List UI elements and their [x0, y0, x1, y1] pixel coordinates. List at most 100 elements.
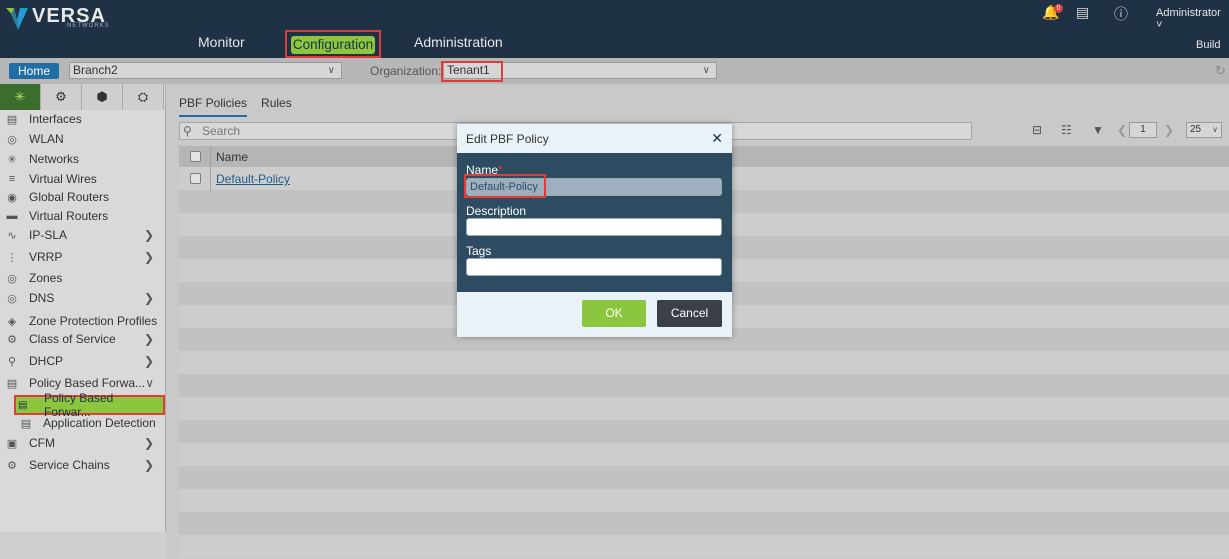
organization-highlight — [441, 61, 503, 82]
objects-tab-icon[interactable]: ⬢ — [82, 84, 123, 110]
sidebar-item-dhcp[interactable]: ⚲ DHCP ❯ — [0, 351, 166, 371]
chevron-down-icon: ∨ — [327, 65, 335, 76]
description-label: Description — [466, 204, 527, 218]
sidebar-item-virtual-routers[interactable]: ▬ Virtual Routers — [0, 206, 166, 226]
sidebar-item-label: CFM — [29, 436, 55, 450]
sidebar-item-label: Virtual Routers — [29, 209, 109, 223]
versa-logo-icon — [6, 8, 28, 30]
sidebar-item-ip-sla[interactable]: ∿ IP-SLA ❯ — [0, 225, 166, 245]
columns-icon[interactable]: ☷ — [1061, 123, 1072, 137]
nav-configuration[interactable]: Configuration — [291, 36, 375, 54]
vrrp-icon: ⋮ — [6, 251, 18, 264]
sidebar-item-label: Service Chains — [29, 458, 110, 472]
sidebar: ✳ ⚙ ⬢ ⛭ ▤ Interfaces ◎ WLAN ✳ Networks ≡ Vir… — [0, 84, 166, 559]
table-row — [179, 397, 1229, 420]
sidebar-item-wlan[interactable]: ◎ WLAN — [0, 129, 166, 149]
sidebar-item-class-of-service[interactable]: ⚙ Class of Service ❯ — [0, 329, 166, 349]
class-of-service-icon: ⚙ — [7, 333, 17, 346]
ip-sla-icon: ∿ — [7, 229, 17, 242]
next-page-icon[interactable]: ❯ — [1164, 123, 1174, 137]
sidebar-item-cfm[interactable]: ▣ CFM ❯ — [0, 433, 166, 453]
table-row — [179, 374, 1229, 397]
info-icon[interactable]: ⓘ — [1114, 4, 1128, 24]
sidebar-item-label: Zone Protection Profiles — [29, 314, 158, 328]
table-row — [179, 512, 1229, 535]
dialog-footer: OK Cancel — [457, 292, 732, 337]
zone-protection-icon: ◈ — [7, 315, 17, 328]
ok-button[interactable]: OK — [582, 300, 646, 327]
tags-field[interactable] — [466, 258, 722, 276]
filter-icon[interactable]: ▼ — [1092, 123, 1104, 137]
top-navbar: VERSA NETWORKS Monitor Configuration Adm… — [0, 0, 1229, 58]
wlan-icon: ◎ — [7, 133, 17, 146]
sidebar-item-networks[interactable]: ✳ Networks — [0, 149, 166, 169]
row-checkbox[interactable] — [190, 173, 201, 184]
page-number-input[interactable]: 1 — [1129, 122, 1157, 138]
table-row — [179, 443, 1229, 466]
sidebar-item-service-chains[interactable]: ⚙ Service Chains ❯ — [0, 455, 166, 475]
tasks-icon[interactable]: ▤ — [1076, 4, 1089, 21]
zones-icon: ◎ — [7, 272, 17, 285]
sidebar-item-label: Class of Service — [29, 332, 116, 346]
user-name: Administrator — [1156, 7, 1221, 19]
table-row — [179, 489, 1229, 512]
settings-tab-icon[interactable]: ⚙ — [41, 84, 82, 110]
appliance-value: Branch2 — [73, 63, 118, 77]
sidebar-item-label: Interfaces — [29, 112, 82, 126]
chevron-down-icon: ∨ — [145, 376, 154, 390]
home-button[interactable]: Home — [9, 63, 59, 79]
app-detection-icon: ▤ — [20, 417, 32, 430]
table-row — [179, 535, 1229, 558]
sidebar-footer — [0, 532, 166, 559]
refresh-icon[interactable]: ↻ — [1215, 63, 1226, 79]
notification-badge: 0 — [1054, 4, 1063, 13]
user-menu[interactable]: Administrator ˅ — [1156, 7, 1229, 31]
nav-administration[interactable]: Administration — [414, 34, 503, 50]
networking-tab-icon[interactable]: ✳ — [0, 84, 41, 110]
tab-pbf-policies[interactable]: PBF Policies — [179, 96, 248, 117]
sidebar-item-vrrp[interactable]: ⋮ VRRP ❯ — [0, 247, 166, 267]
chevron-right-icon: ❯ — [143, 354, 154, 368]
sidebar-item-virtual-wires[interactable]: ≡ Virtual Wires — [0, 169, 166, 189]
appliance-select[interactable]: Branch2 ∨ — [69, 62, 342, 79]
context-bar: Home Branch2 ∨ Organization: Tenant1 ∨ ↻ — [0, 58, 1229, 84]
dialog-title: Edit PBF Policy — [466, 132, 549, 146]
sidebar-subitem-application-detection[interactable]: ▤ Application Detection — [14, 413, 166, 433]
global-routers-icon: ◉ — [7, 191, 17, 204]
services-tab-icon[interactable]: ⛭ — [123, 84, 164, 110]
service-chains-icon: ⚙ — [7, 459, 17, 472]
tags-label: Tags — [466, 244, 492, 258]
minus-icon[interactable]: ⊟ — [1032, 123, 1042, 137]
sidebar-item-label: IP-SLA — [29, 228, 68, 242]
page-size-value: 25 — [1190, 124, 1202, 135]
sidebar-item-global-routers[interactable]: ◉ Global Routers — [0, 187, 166, 207]
sidebar-item-label: Virtual Wires — [29, 172, 97, 186]
cancel-button[interactable]: Cancel — [657, 300, 722, 327]
sidebar-item-label: Application Detection — [43, 416, 156, 430]
chevron-right-icon: ❯ — [143, 458, 154, 472]
description-field[interactable] — [466, 218, 722, 236]
chevron-down-icon: ˅ — [1156, 19, 1163, 31]
table-row — [179, 351, 1229, 374]
policy-link[interactable]: Default-Policy — [216, 172, 290, 186]
sidebar-item-policy-based-forwarding[interactable]: ▤ Policy Based Forwa... ∨ — [0, 373, 166, 393]
prev-page-icon[interactable]: ❮ — [1117, 123, 1127, 137]
dns-icon: ◎ — [7, 292, 17, 305]
cfm-icon: ▣ — [6, 437, 18, 450]
sidebar-item-dns[interactable]: ◎ DNS ❯ — [0, 288, 166, 308]
nav-monitor[interactable]: Monitor — [198, 34, 245, 50]
close-icon[interactable]: ✕ — [711, 130, 723, 147]
chevron-right-icon: ❯ — [143, 291, 154, 305]
dhcp-icon: ⚲ — [7, 355, 17, 368]
dialog-body: Name* Default-Policy Description Tags — [457, 153, 732, 292]
sidebar-subitem-pbf-policies[interactable]: ▤ Policy Based Forwar... — [14, 391, 165, 419]
tab-rules[interactable]: Rules — [261, 96, 292, 117]
sidebar-item-zone-protection-profiles[interactable]: ◈ Zone Protection Profiles — [0, 311, 166, 331]
page-size-select[interactable]: 25 ∨ — [1186, 122, 1222, 138]
column-divider — [210, 146, 211, 191]
sidebar-item-interfaces[interactable]: ▤ Interfaces — [0, 109, 166, 129]
sidebar-item-label: DNS — [29, 291, 55, 305]
select-all-checkbox[interactable] — [190, 151, 201, 162]
table-row — [179, 420, 1229, 443]
sidebar-item-zones[interactable]: ◎ Zones — [0, 268, 166, 288]
